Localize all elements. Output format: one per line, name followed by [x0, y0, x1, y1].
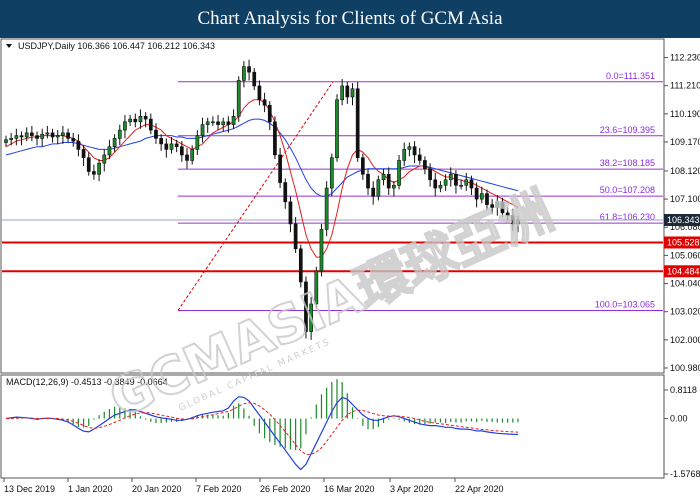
price-tick-label: 107.100: [670, 194, 700, 204]
price-tick-label: 100.980: [670, 363, 700, 373]
candle: [335, 94, 339, 162]
time-tick-label: 1 Jan 2020: [68, 484, 113, 494]
fib-label: 61.8=106.230: [600, 212, 655, 222]
candle: [324, 181, 329, 237]
current-price-label: 106.343: [667, 215, 700, 225]
candle: [298, 244, 303, 288]
candle: [273, 116, 277, 160]
price-tick-label: 110.190: [670, 109, 700, 119]
time-tick-label: 16 Mar 2020: [324, 484, 375, 494]
price-tick-label: 112.230: [670, 53, 700, 63]
macd-tick-label: 0.00: [670, 414, 688, 424]
price-tick-label: 102.000: [670, 335, 700, 345]
fib-label: 50.0=107.208: [600, 185, 655, 195]
candle: [236, 76, 241, 122]
candle: [319, 223, 324, 277]
chart-header: USDJPY,Daily 106.366 106.447 106.212 106…: [18, 41, 215, 51]
price-tick-label: 103.020: [670, 307, 700, 317]
fib-label: 23.6=109.395: [600, 125, 655, 135]
sr-label: 104.484: [667, 266, 700, 276]
fib-label: 0.0=111.351: [606, 71, 655, 81]
banner: Chart Analysis for Clients of GCM Asia: [0, 0, 700, 38]
candle: [355, 81, 360, 162]
macd-tick-label: 0.8118: [670, 385, 697, 395]
banner-title: Chart Analysis for Clients of GCM Asia: [197, 8, 503, 29]
price-tick-label: 109.170: [670, 137, 700, 147]
time-tick-label: 22 Apr 2020: [455, 484, 504, 494]
price-tick-label: 105.060: [670, 250, 700, 260]
sr-label: 105.528: [667, 237, 700, 247]
time-tick-label: 26 Feb 2020: [260, 484, 311, 494]
macd-tick-label: -1.5768: [670, 469, 700, 479]
time-tick-label: 3 Apr 2020: [390, 484, 434, 494]
chart-canvas: 0.0=111.351 23.6=109.395 38.2=108.185 50.0=…: [0, 38, 700, 500]
fib-label: 38.2=108.185: [600, 158, 655, 168]
time-tick-label: 20 Jan 2020: [132, 484, 182, 494]
price-tick-label: 111.210: [670, 81, 700, 91]
price-tick-label: 108.120: [670, 166, 700, 176]
fib-label: 100.0=103.065: [595, 299, 655, 309]
time-tick-label: 7 Feb 2020: [196, 484, 242, 494]
time-tick-label: 13 Dec 2019: [4, 484, 55, 494]
price-tick-label: 104.040: [670, 279, 700, 289]
